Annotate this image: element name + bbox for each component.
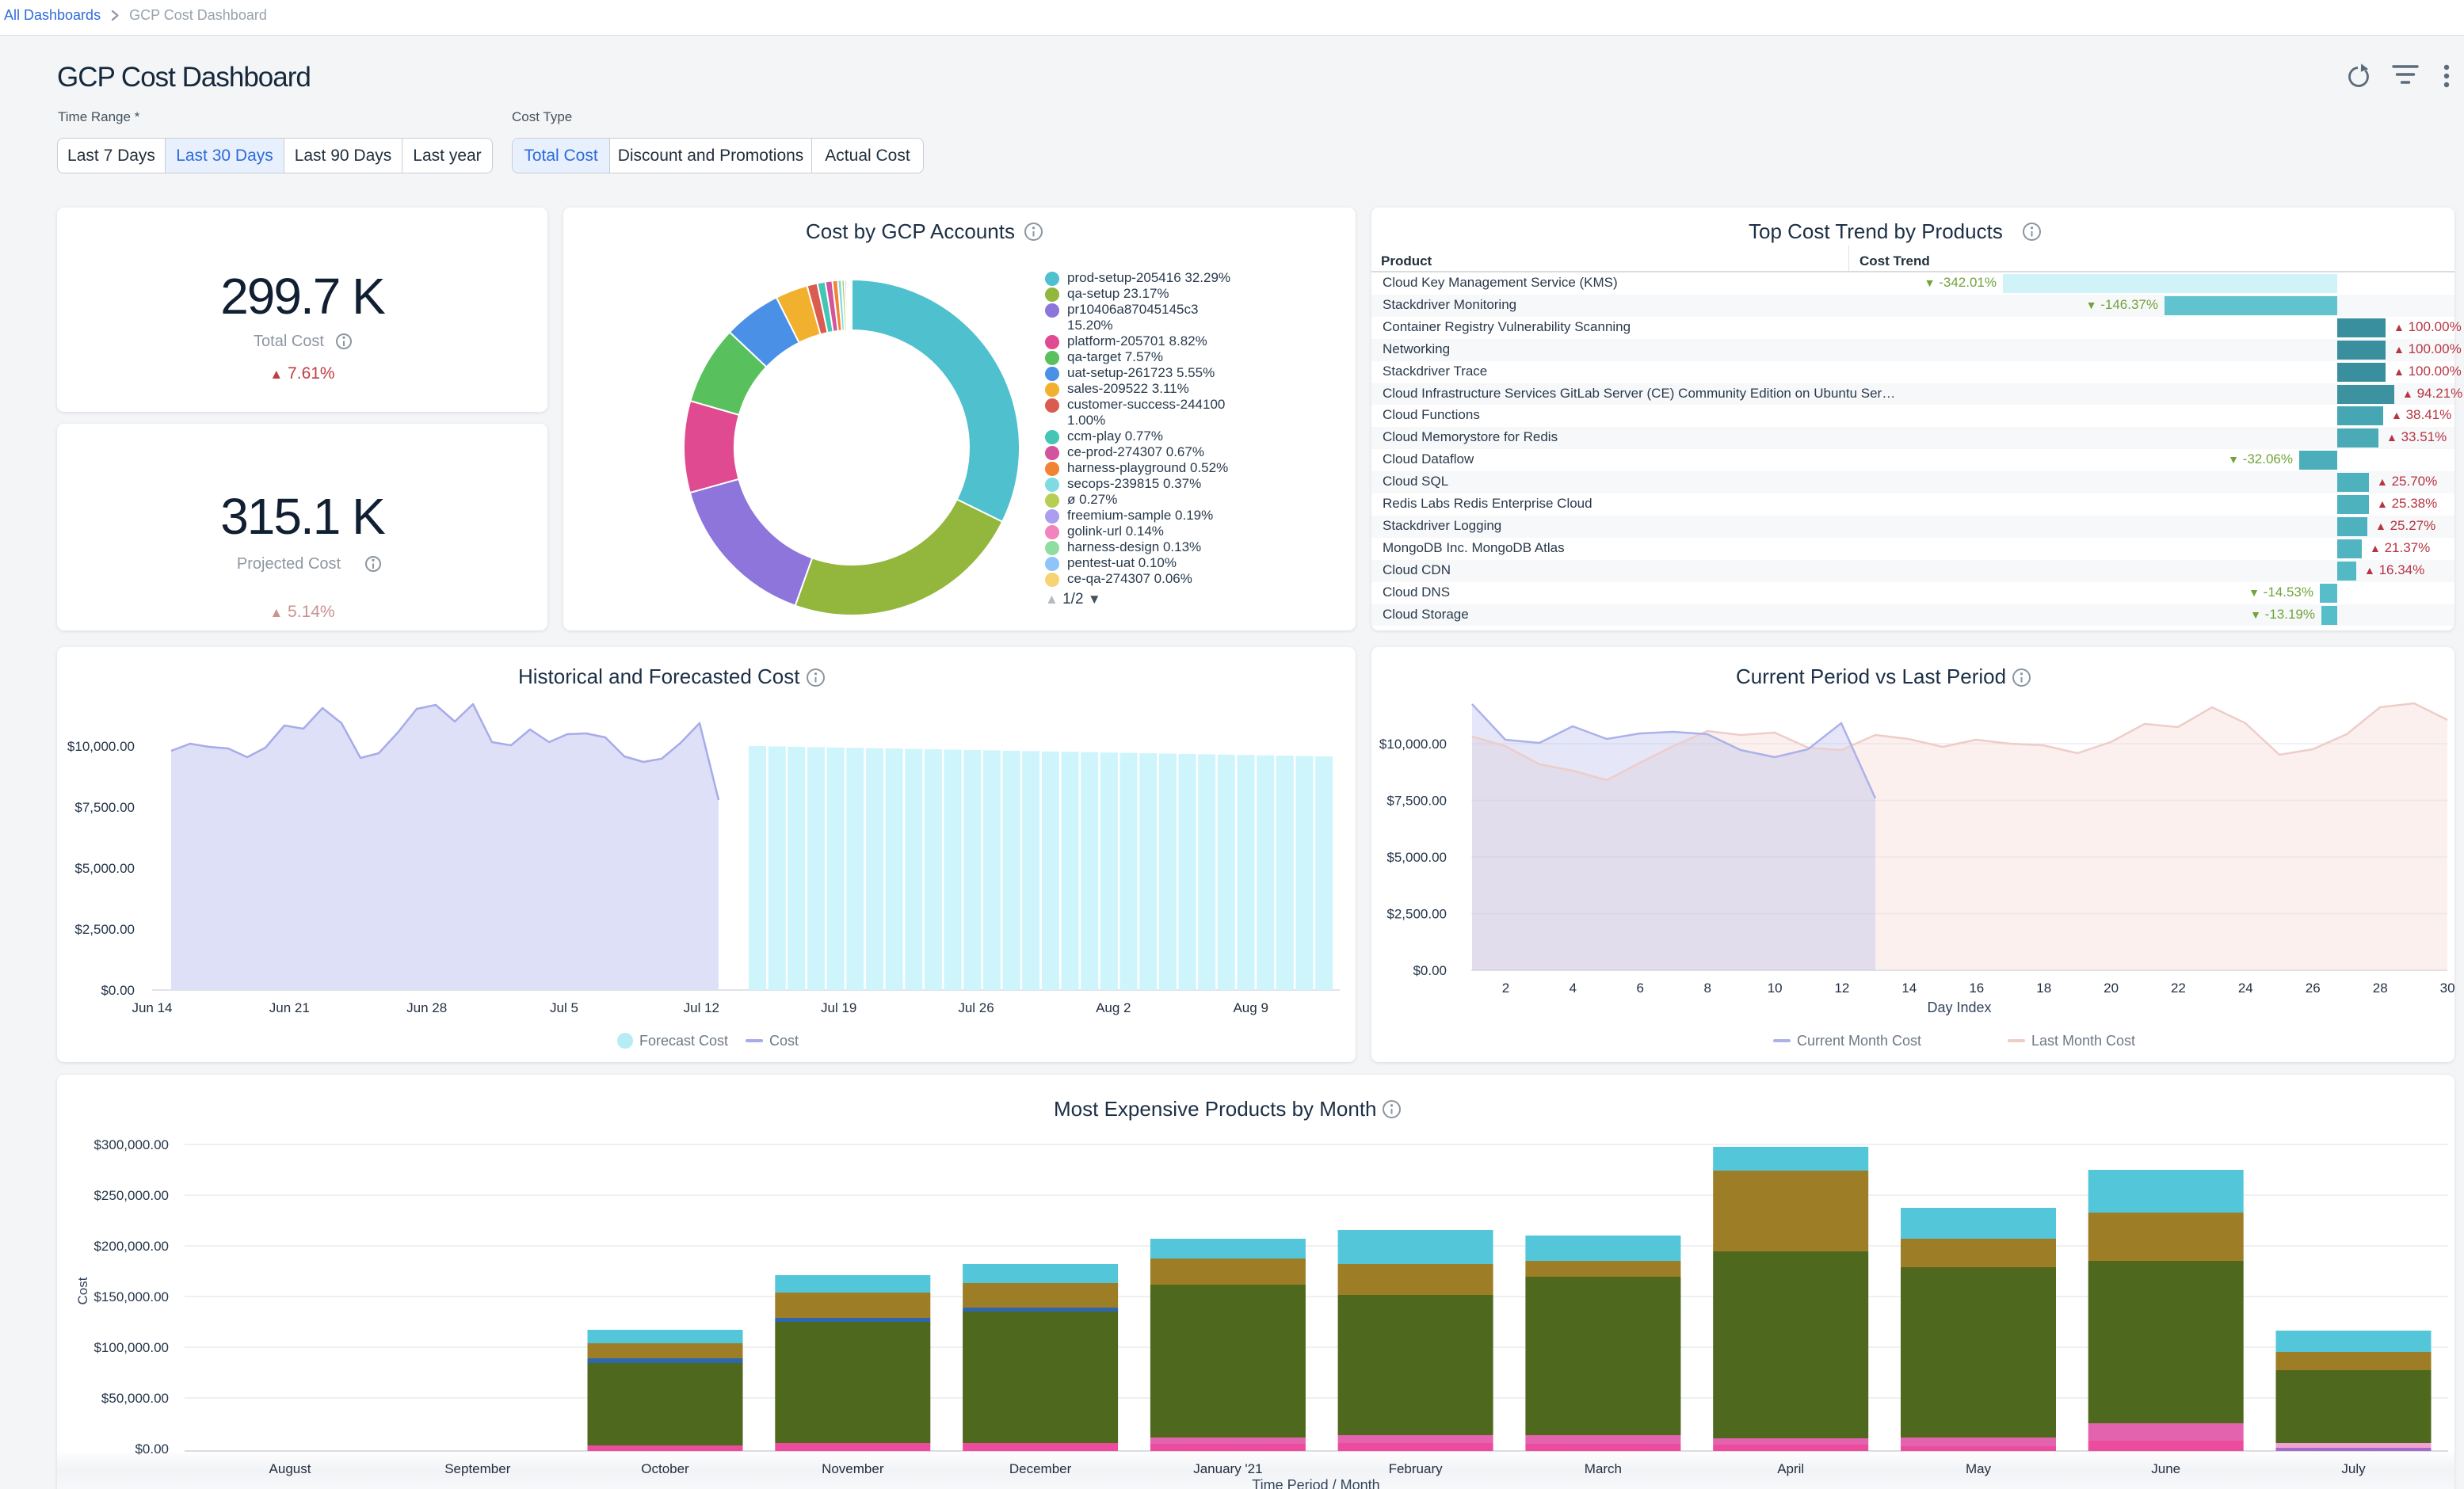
svg-text:$0.00: $0.00 <box>135 1441 169 1457</box>
svg-text:28: 28 <box>2373 981 2388 996</box>
svg-text:Jun 14: Jun 14 <box>132 1000 172 1015</box>
svg-text:$100,000.00: $100,000.00 <box>93 1340 169 1355</box>
svg-text:24: 24 <box>2238 981 2253 996</box>
svg-text:12: 12 <box>1834 981 1849 996</box>
svg-text:$250,000.00: $250,000.00 <box>93 1188 169 1203</box>
svg-text:November: November <box>822 1461 884 1476</box>
svg-text:Jul 26: Jul 26 <box>958 1000 994 1015</box>
svg-text:$0.00: $0.00 <box>101 983 135 998</box>
svg-text:August: August <box>269 1461 311 1476</box>
svg-text:Day Index: Day Index <box>1927 1000 1991 1015</box>
svg-text:$150,000.00: $150,000.00 <box>93 1289 169 1304</box>
svg-text:$50,000.00: $50,000.00 <box>101 1391 169 1406</box>
svg-text:$5,000.00: $5,000.00 <box>74 861 135 876</box>
svg-text:Cost: Cost <box>769 1033 799 1049</box>
svg-text:$5,000.00: $5,000.00 <box>1386 850 1447 865</box>
svg-text:April: April <box>1777 1461 1804 1476</box>
svg-text:30: 30 <box>2440 981 2454 996</box>
svg-text:$10,000.00: $10,000.00 <box>67 739 135 754</box>
svg-text:8: 8 <box>1703 981 1711 996</box>
svg-text:July: July <box>2341 1461 2366 1476</box>
svg-text:Jul 12: Jul 12 <box>684 1000 719 1015</box>
svg-text:22: 22 <box>2171 981 2186 996</box>
svg-text:$200,000.00: $200,000.00 <box>93 1239 169 1254</box>
svg-text:Last Month Cost: Last Month Cost <box>2031 1033 2135 1049</box>
svg-text:14: 14 <box>1901 981 1917 996</box>
svg-text:Jul 5: Jul 5 <box>550 1000 578 1015</box>
svg-text:6: 6 <box>1636 981 1643 996</box>
svg-text:October: October <box>641 1461 689 1476</box>
svg-text:26: 26 <box>2306 981 2321 996</box>
svg-text:$7,500.00: $7,500.00 <box>74 800 135 815</box>
svg-text:$2,500.00: $2,500.00 <box>74 922 135 937</box>
svg-text:10: 10 <box>1768 981 1783 996</box>
svg-text:March: March <box>1585 1461 1622 1476</box>
svg-text:Current Month Cost: Current Month Cost <box>1797 1033 1921 1049</box>
svg-text:20: 20 <box>2104 981 2119 996</box>
svg-text:$2,500.00: $2,500.00 <box>1386 907 1447 922</box>
svg-text:December: December <box>1009 1461 1072 1476</box>
svg-text:Aug 2: Aug 2 <box>1096 1000 1131 1015</box>
svg-text:Forecast Cost: Forecast Cost <box>639 1033 728 1049</box>
svg-text:February: February <box>1389 1461 1444 1476</box>
svg-text:4: 4 <box>1570 981 1577 996</box>
svg-text:Jul 19: Jul 19 <box>821 1000 856 1015</box>
svg-text:June: June <box>2151 1461 2180 1476</box>
svg-text:Aug 9: Aug 9 <box>1233 1000 1268 1015</box>
svg-text:January '21: January '21 <box>1193 1461 1262 1476</box>
svg-text:$10,000.00: $10,000.00 <box>1379 737 1447 752</box>
svg-text:$300,000.00: $300,000.00 <box>93 1137 169 1152</box>
svg-text:$7,500.00: $7,500.00 <box>1386 794 1447 809</box>
svg-text:September: September <box>444 1461 510 1476</box>
svg-text:18: 18 <box>2036 981 2051 996</box>
svg-text:Time Period / Month: Time Period / Month <box>1252 1477 1379 1489</box>
svg-text:Jun 28: Jun 28 <box>406 1000 447 1015</box>
svg-text:Cost: Cost <box>75 1277 90 1304</box>
svg-text:16: 16 <box>1969 981 1984 996</box>
svg-text:$0.00: $0.00 <box>1413 963 1447 978</box>
svg-text:May: May <box>1966 1461 1992 1476</box>
svg-text:2: 2 <box>1502 981 1509 996</box>
svg-text:Jun 21: Jun 21 <box>269 1000 310 1015</box>
